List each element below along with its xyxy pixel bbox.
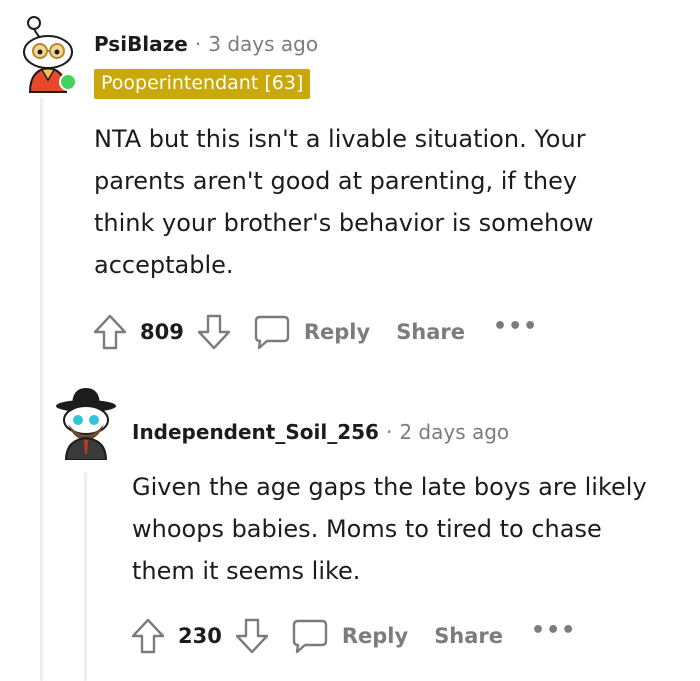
comment-body-line: whoops babies. Moms to tired to chase (132, 515, 602, 543)
username[interactable]: Independent_Soil_256 (132, 420, 379, 444)
avatar[interactable] (54, 384, 118, 461)
reply-button[interactable]: Reply (252, 312, 370, 352)
meta-separator: · (385, 420, 393, 444)
reply-button[interactable]: Reply (290, 616, 408, 656)
comment-meta: PsiBlaze · 3 days ago (94, 32, 318, 56)
comment-body-line: acceptable. (94, 251, 234, 279)
meta-separator: · (194, 32, 202, 56)
share-button[interactable]: Share (434, 624, 503, 648)
comment-bubble-icon (290, 616, 330, 656)
comment-body: NTA but this isn't a livable situation. … (94, 118, 594, 286)
comment-actions: 809 Reply Share ••• (90, 312, 538, 352)
reply-label: Reply (341, 624, 409, 648)
thread-line-reply[interactable] (84, 472, 87, 681)
avatar[interactable] (16, 14, 82, 94)
user-flair: Pooperintendant [63] (94, 69, 311, 99)
vote-count: 809 (140, 320, 184, 344)
reply-label: Reply (303, 320, 371, 344)
comment-body-line: NTA but this isn't a livable situation. … (94, 125, 586, 153)
comment-meta: Independent_Soil_256 · 2 days ago (132, 420, 509, 444)
upvote-arrow-icon[interactable] (128, 616, 168, 656)
timestamp[interactable]: 2 days ago (399, 420, 509, 444)
comment-bubble-icon (252, 312, 292, 352)
vote-count: 230 (178, 624, 222, 648)
more-options-icon[interactable]: ••• (493, 314, 538, 339)
upvote-arrow-icon[interactable] (90, 312, 130, 352)
comment-body-line: them it seems like. (132, 557, 361, 585)
comment-actions: 230 Reply Share ••• (128, 616, 576, 656)
share-button[interactable]: Share (396, 320, 465, 344)
downvote-arrow-icon[interactable] (194, 312, 234, 352)
username[interactable]: PsiBlaze (94, 32, 188, 56)
timestamp[interactable]: 3 days ago (208, 32, 318, 56)
comment-body: Given the age gaps the late boys are lik… (132, 466, 647, 592)
comment-body-line: parents aren't good at parenting, if the… (94, 167, 578, 195)
comment-body-line: think your brother's behavior is somehow (94, 209, 594, 237)
more-options-icon[interactable]: ••• (531, 618, 576, 643)
downvote-arrow-icon[interactable] (232, 616, 272, 656)
thread-line-main[interactable] (40, 98, 43, 681)
comment-body-line: Given the age gaps the late boys are lik… (132, 473, 647, 501)
online-status-dot (61, 75, 75, 89)
